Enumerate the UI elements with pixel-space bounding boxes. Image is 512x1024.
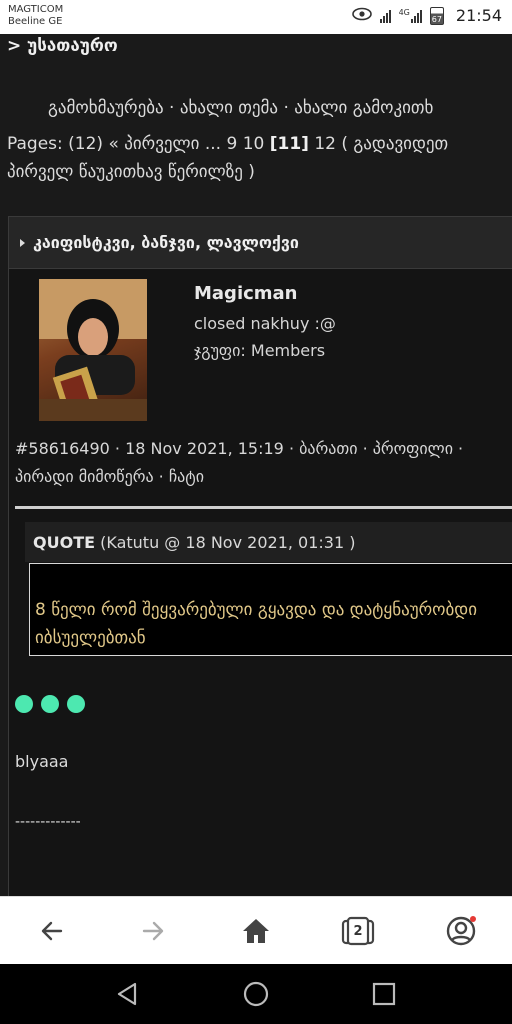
triangle-right-icon xyxy=(20,239,25,247)
battery-icon: 67 xyxy=(429,6,444,25)
avatar[interactable] xyxy=(39,279,147,421)
quote-box: 8 წელი რომ შეყვარებული გყავდა და დატყნაუ… xyxy=(29,563,512,656)
dot-icon xyxy=(41,695,59,713)
eye-icon xyxy=(351,6,372,25)
recents-square-icon[interactable] xyxy=(368,978,400,1010)
forward-arrow-icon[interactable] xyxy=(133,911,173,951)
topic-header: კაიფისტკვი, ბანჯვი, ლავლოქვი xyxy=(9,217,512,269)
tab-count: 2 xyxy=(353,923,363,939)
breadcrumb[interactable]: > უსათაურო xyxy=(7,36,118,56)
status-icons: 4G 67 21:54 xyxy=(351,6,502,25)
username[interactable]: Magicman xyxy=(194,283,298,304)
quote-label: QUOTE xyxy=(33,533,96,552)
topic-actions[interactable]: გამოხმაურება · ახალი თემა · ახალი გამოკი… xyxy=(48,98,433,118)
user-title: closed nakhuy :@ xyxy=(194,314,336,333)
carrier-info: MAGTICOM Beeline GE xyxy=(8,4,63,28)
pagination-prefix[interactable]: Pages: (12) « პირველი ... 9 10 xyxy=(7,134,270,154)
quote-source: (Katutu @ 18 Nov 2021, 01:31 ) xyxy=(95,533,356,552)
carrier-name: MAGTICOM xyxy=(8,4,64,15)
status-bar: MAGTICOM Beeline GE 4G 67 21:54 xyxy=(0,0,512,34)
quote-text: 8 წელი რომ შეყვარებული გყავდა და დატყნაუ… xyxy=(35,600,478,648)
signal-4g-icon: 4G xyxy=(398,7,422,23)
battery-level: 67 xyxy=(431,14,442,24)
topic-title: კაიფისტკვი, ბანჯვი, ლავლოქვი xyxy=(33,233,299,252)
post-meta-links[interactable]: #58616490 · 18 Nov 2021, 15:19 · ბარათი … xyxy=(15,435,511,491)
tabs-icon[interactable]: 2 xyxy=(338,911,378,951)
signature-separator: ------------- xyxy=(15,814,81,830)
browser-toolbar: 2 xyxy=(0,896,512,964)
post-body: blyaaa xyxy=(15,752,69,771)
post-panel: კაიფისტკვი, ბანჯვი, ლავლოქვი Magicman cl… xyxy=(8,216,512,896)
dot-icon xyxy=(67,695,85,713)
web-content: > უსათაურო გამოხმაურება · ახალი თემა · ა… xyxy=(0,34,512,896)
dot-icon xyxy=(15,695,33,713)
back-arrow-icon[interactable] xyxy=(32,911,72,951)
divider xyxy=(15,506,512,509)
signal-icon xyxy=(379,9,391,23)
pagination[interactable]: Pages: (12) « პირველი ... 9 10 [11] 12 (… xyxy=(7,130,507,186)
account-icon[interactable] xyxy=(441,911,481,951)
carrier-secondary: Beeline GE xyxy=(8,16,63,27)
home-icon[interactable] xyxy=(236,911,276,951)
back-triangle-icon[interactable] xyxy=(111,978,143,1010)
network-badge: 4G xyxy=(398,7,410,17)
home-circle-icon[interactable] xyxy=(240,978,272,1010)
user-group: ჯგუფი: Members xyxy=(194,341,326,360)
quote-header: QUOTE (Katutu @ 18 Nov 2021, 01:31 ) xyxy=(25,522,512,562)
clock: 21:54 xyxy=(455,6,502,25)
pagination-current: [11] xyxy=(269,134,309,154)
emoticon-dots xyxy=(15,695,85,713)
system-nav-bar xyxy=(0,964,512,1024)
